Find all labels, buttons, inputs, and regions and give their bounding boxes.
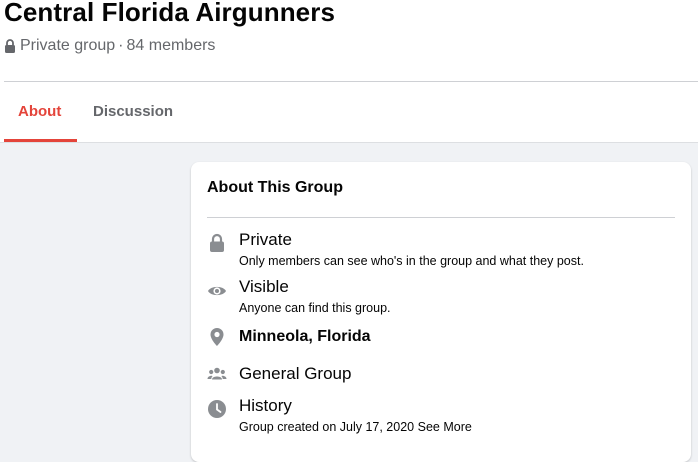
- header-border: [0, 142, 698, 143]
- history-created-text: Group created on July 17, 2020: [239, 420, 415, 434]
- about-item-title: History: [239, 396, 292, 415]
- group-member-count[interactable]: 84 members: [127, 37, 216, 55]
- about-item-description: Anyone can find this group.: [239, 301, 391, 315]
- about-card: About This Group Private Only members ca…: [191, 162, 691, 462]
- about-title: About This Group: [207, 179, 343, 196]
- lock-icon: [5, 39, 15, 53]
- clock-icon: [208, 400, 226, 418]
- tab-discussion[interactable]: Discussion: [93, 103, 173, 120]
- group-header: Central Florida Airgunners Private group…: [0, 0, 698, 143]
- tab-about[interactable]: About: [18, 103, 61, 120]
- location-pin-icon: [210, 328, 224, 346]
- group-privacy: Private group: [20, 37, 116, 54]
- about-item-title[interactable]: Minneola, Florida: [239, 328, 371, 346]
- about-item-title: Private: [239, 230, 292, 249]
- about-divider: [207, 217, 675, 218]
- group-meta: Private group · 84 members: [4, 37, 215, 55]
- people-icon: [207, 367, 227, 380]
- header-divider: [4, 81, 698, 82]
- see-more-link[interactable]: See More: [418, 420, 472, 434]
- about-item-title: Visible: [239, 277, 289, 296]
- group-name: Central Florida Airgunners: [4, 0, 336, 27]
- eye-icon: [208, 286, 226, 296]
- about-item-description: Only members can see who's in the group …: [239, 254, 584, 268]
- lock-icon: [210, 233, 224, 252]
- about-item-description: Group created on July 17, 2020 See More: [239, 420, 472, 434]
- meta-separator: ·: [118, 37, 124, 54]
- about-item-title: General Group: [239, 364, 352, 383]
